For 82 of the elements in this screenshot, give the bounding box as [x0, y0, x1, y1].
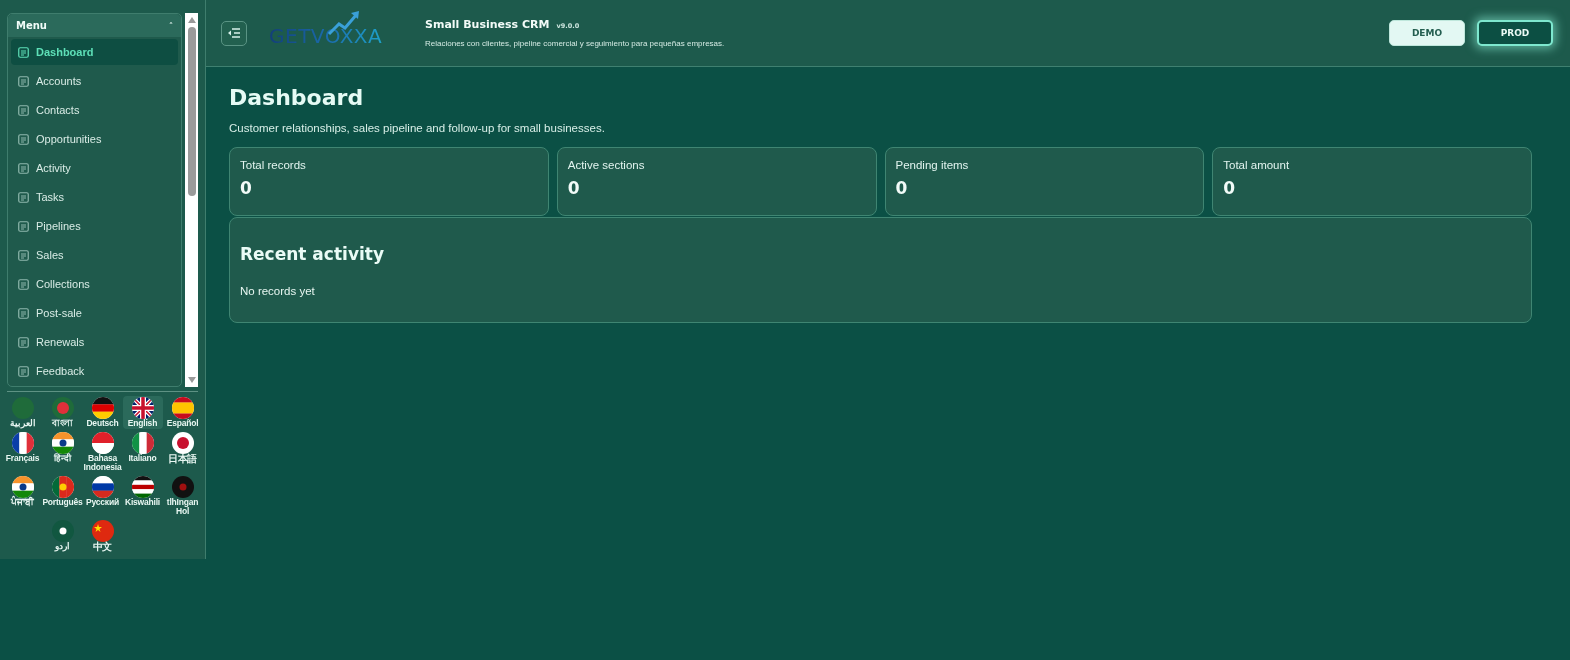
scrollbar[interactable]: [185, 13, 198, 387]
stat-value: 0: [567, 178, 581, 198]
menu-title: Menu: [16, 20, 47, 31]
sidebar-item[interactable]: Opportunities: [11, 126, 179, 152]
document-icon: [18, 46, 29, 58]
menu-header[interactable]: Menu ˄: [8, 14, 182, 37]
language-option[interactable]: اردو: [42, 518, 83, 554]
flag-icon: [51, 431, 74, 454]
document-icon: [18, 104, 29, 116]
stat-label: Total amount: [1223, 159, 1291, 171]
flag-icon: [11, 475, 34, 498]
language-option[interactable]: Русский: [82, 474, 123, 517]
language-option[interactable]: 中文: [82, 518, 123, 554]
sidebar-item[interactable]: Pipelines: [11, 213, 179, 239]
document-icon: [18, 75, 29, 87]
flag-icon: [91, 397, 114, 419]
document-icon: [18, 307, 29, 319]
language-option[interactable]: ਪੰਜਾਬੀ: [2, 474, 43, 517]
language-option[interactable]: Kiswahili: [122, 474, 163, 517]
document-icon: [18, 133, 29, 145]
language-option[interactable]: Español: [162, 396, 203, 429]
language-option[interactable]: 日本語: [162, 430, 203, 473]
document-icon: [18, 162, 29, 174]
flag-icon: [171, 475, 194, 498]
language-option[interactable]: tlhIngan Hol: [162, 474, 203, 517]
flag-icon: [51, 397, 74, 419]
flag-icon: [171, 431, 194, 454]
sidebar-item[interactable]: Post-sale: [11, 300, 179, 326]
sidebar-item[interactable]: Contacts: [11, 97, 179, 123]
sidebar-item[interactable]: Activity: [11, 155, 179, 181]
flag-icon: [91, 431, 114, 454]
stat-value: 0: [895, 178, 909, 198]
section-title: Recent activity: [240, 244, 385, 264]
sidebar-item[interactable]: Tasks: [11, 184, 179, 210]
flag-icon: [51, 519, 74, 542]
language-option[interactable]: Bahasa Indonesia: [82, 430, 123, 473]
document-icon: [18, 191, 29, 203]
sidebar-item[interactable]: Collections: [11, 271, 179, 297]
scrollbar-thumb[interactable]: [187, 27, 196, 196]
language-option[interactable]: Deutsch: [82, 396, 123, 429]
document-icon: [18, 278, 29, 290]
flag-icon: [131, 431, 154, 454]
flag-icon: [11, 431, 34, 454]
stat-label: Pending items: [895, 159, 970, 171]
language-option[interactable]: Français: [2, 430, 43, 473]
scroll-up-icon[interactable]: [186, 16, 197, 24]
language-option[interactable]: Italiano: [122, 430, 163, 473]
language-option[interactable]: Português: [42, 474, 83, 517]
collapse-caret[interactable]: ˄: [168, 20, 174, 31]
sidebar-item[interactable]: Dashboard: [11, 39, 179, 65]
flag-icon: [91, 519, 114, 542]
sidebar-item[interactable]: Feedback: [11, 358, 179, 384]
language-option[interactable]: العربية: [2, 396, 43, 429]
language-option[interactable]: हिन्दी: [42, 430, 83, 473]
collapse-menu-icon: [227, 28, 241, 38]
scroll-down-icon[interactable]: [186, 376, 197, 384]
sidebar-item[interactable]: Sales: [11, 242, 179, 268]
stat-value: 0: [240, 178, 253, 198]
language-option[interactable]: English: [122, 396, 163, 429]
page-title: Dashboard: [229, 85, 365, 110]
document-icon: [18, 365, 29, 377]
flag-icon: [171, 397, 194, 419]
document-icon: [18, 336, 29, 348]
document-icon: [18, 249, 29, 261]
environment-button[interactable]: PROD: [1477, 20, 1553, 46]
sidebar-item[interactable]: Accounts: [11, 68, 179, 94]
language-option[interactable]: বাংলা: [42, 396, 83, 429]
stat-value: 0: [1223, 178, 1237, 198]
sidebar-toggle-button[interactable]: [221, 20, 247, 46]
flag-icon: [91, 475, 114, 498]
stat-label: Active sections: [567, 159, 646, 171]
stat-label: Total records: [240, 159, 307, 171]
tagline: Relaciones con clientes, pipeline comercial y seguimiento para pequeñas empresas.: [425, 39, 725, 48]
flag-icon: [131, 475, 154, 498]
sidebar-item[interactable]: Renewals: [11, 329, 179, 355]
flag-icon: [131, 397, 154, 419]
app-name: Small Business CRM: [425, 18, 550, 31]
page-subtitle: Customer relationships, sales pipeline and follow-up for small businesses.: [229, 122, 606, 134]
document-icon: [18, 220, 29, 232]
environment-button[interactable]: DEMO: [1389, 20, 1465, 46]
flag-icon: [51, 475, 74, 498]
empty-message: No records yet: [240, 285, 315, 297]
